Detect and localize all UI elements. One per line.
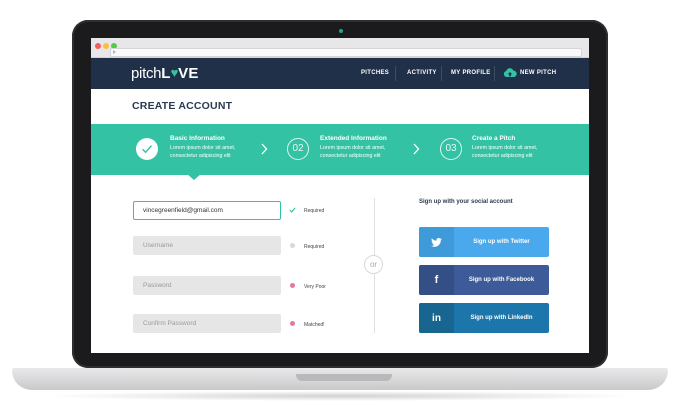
facebook-signup-button[interactable]: f Sign up with Facebook (419, 265, 549, 295)
arrow-icon (113, 50, 116, 54)
nav-item-pitches[interactable]: PITCHES (361, 69, 389, 77)
social-title: Sign up with your social account (419, 199, 513, 205)
confirm-password-field[interactable] (133, 314, 281, 333)
camera-dot (339, 29, 343, 33)
or-divider-label: or (364, 255, 383, 274)
cloud-upload-icon[interactable] (503, 67, 517, 79)
top-nav: pitchL♥VE PITCHES ACTIVITY MY PROFILE NE… (91, 58, 589, 89)
check-icon (289, 207, 296, 213)
username-status-dot (290, 243, 295, 248)
logo-text-ve: VE (178, 65, 199, 82)
step-2-desc-line1: Lorem ipsum dolor sit amet, (320, 145, 386, 151)
username-status: Required (304, 244, 325, 250)
page-title: CREATE ACCOUNT (132, 100, 233, 112)
confirm-status-dot (290, 321, 295, 326)
nav-item-my-profile[interactable]: MY PROFILE (451, 69, 491, 77)
linkedin-signup-button[interactable]: in Sign up with LinkedIn (419, 303, 549, 333)
nav-separator (494, 66, 495, 81)
active-step-pointer (187, 174, 201, 180)
step-1-desc-line2: consectetur adipiscing elit (170, 153, 231, 159)
step-3-desc-line1: Lorem ipsum dolor sit amet, (472, 145, 538, 151)
facebook-signup-label: Sign up with Facebook (468, 277, 535, 283)
check-icon (142, 145, 153, 154)
browser-bar (91, 38, 589, 58)
logo-text-pitch: pitch (131, 65, 162, 82)
twitter-signup-label: Sign up with Twitter (473, 239, 530, 245)
steps-bar: Basic Information Lorem ipsum dolor sit … (91, 124, 589, 175)
password-status: Very Poor (304, 284, 326, 290)
step-3-title: Create a Pitch (472, 135, 516, 142)
laptop-shadow (40, 391, 640, 401)
email-field[interactable] (133, 201, 281, 220)
facebook-icon: f (419, 265, 454, 295)
linkedin-icon: in (419, 303, 454, 333)
logo-text-l: L (161, 65, 171, 82)
laptop-notch (296, 374, 392, 381)
step-2-circle[interactable]: 02 (287, 138, 309, 160)
email-status: Required (304, 208, 325, 214)
twitter-icon (419, 227, 454, 257)
step-3-circle[interactable]: 03 (440, 138, 462, 160)
password-status-dot (290, 283, 295, 288)
linkedin-signup-label: Sign up with LinkedIn (470, 315, 533, 321)
username-field[interactable] (133, 236, 281, 255)
nav-separator (395, 66, 396, 81)
screen: pitchL♥VE PITCHES ACTIVITY MY PROFILE NE… (91, 38, 589, 353)
step-3-desc-line2: consectetur adipiscing elit (472, 153, 533, 159)
address-bar[interactable] (110, 48, 582, 57)
chevron-right-icon (413, 143, 420, 155)
step-2-desc-line2: consectetur adipiscing elit (320, 153, 381, 159)
nav-separator (441, 66, 442, 81)
logo[interactable]: pitchL♥VE (131, 64, 199, 82)
close-window-dot[interactable] (95, 43, 101, 49)
step-2-title: Extended Information (320, 135, 387, 142)
minimize-window-dot[interactable] (103, 43, 109, 49)
password-field[interactable] (133, 276, 281, 295)
step-1-desc-line1: Lorem ipsum dolor sit amet, (170, 145, 236, 151)
new-pitch-link[interactable]: NEW PITCH (520, 69, 556, 77)
nav-item-activity[interactable]: ACTIVITY (407, 69, 437, 77)
confirm-status: Matched! (304, 322, 325, 328)
heart-icon: ♥ (170, 65, 179, 80)
step-1-title: Basic Information (170, 135, 225, 142)
step-1-circle[interactable] (136, 138, 158, 160)
chevron-right-icon (261, 143, 268, 155)
twitter-signup-button[interactable]: Sign up with Twitter (419, 227, 549, 257)
